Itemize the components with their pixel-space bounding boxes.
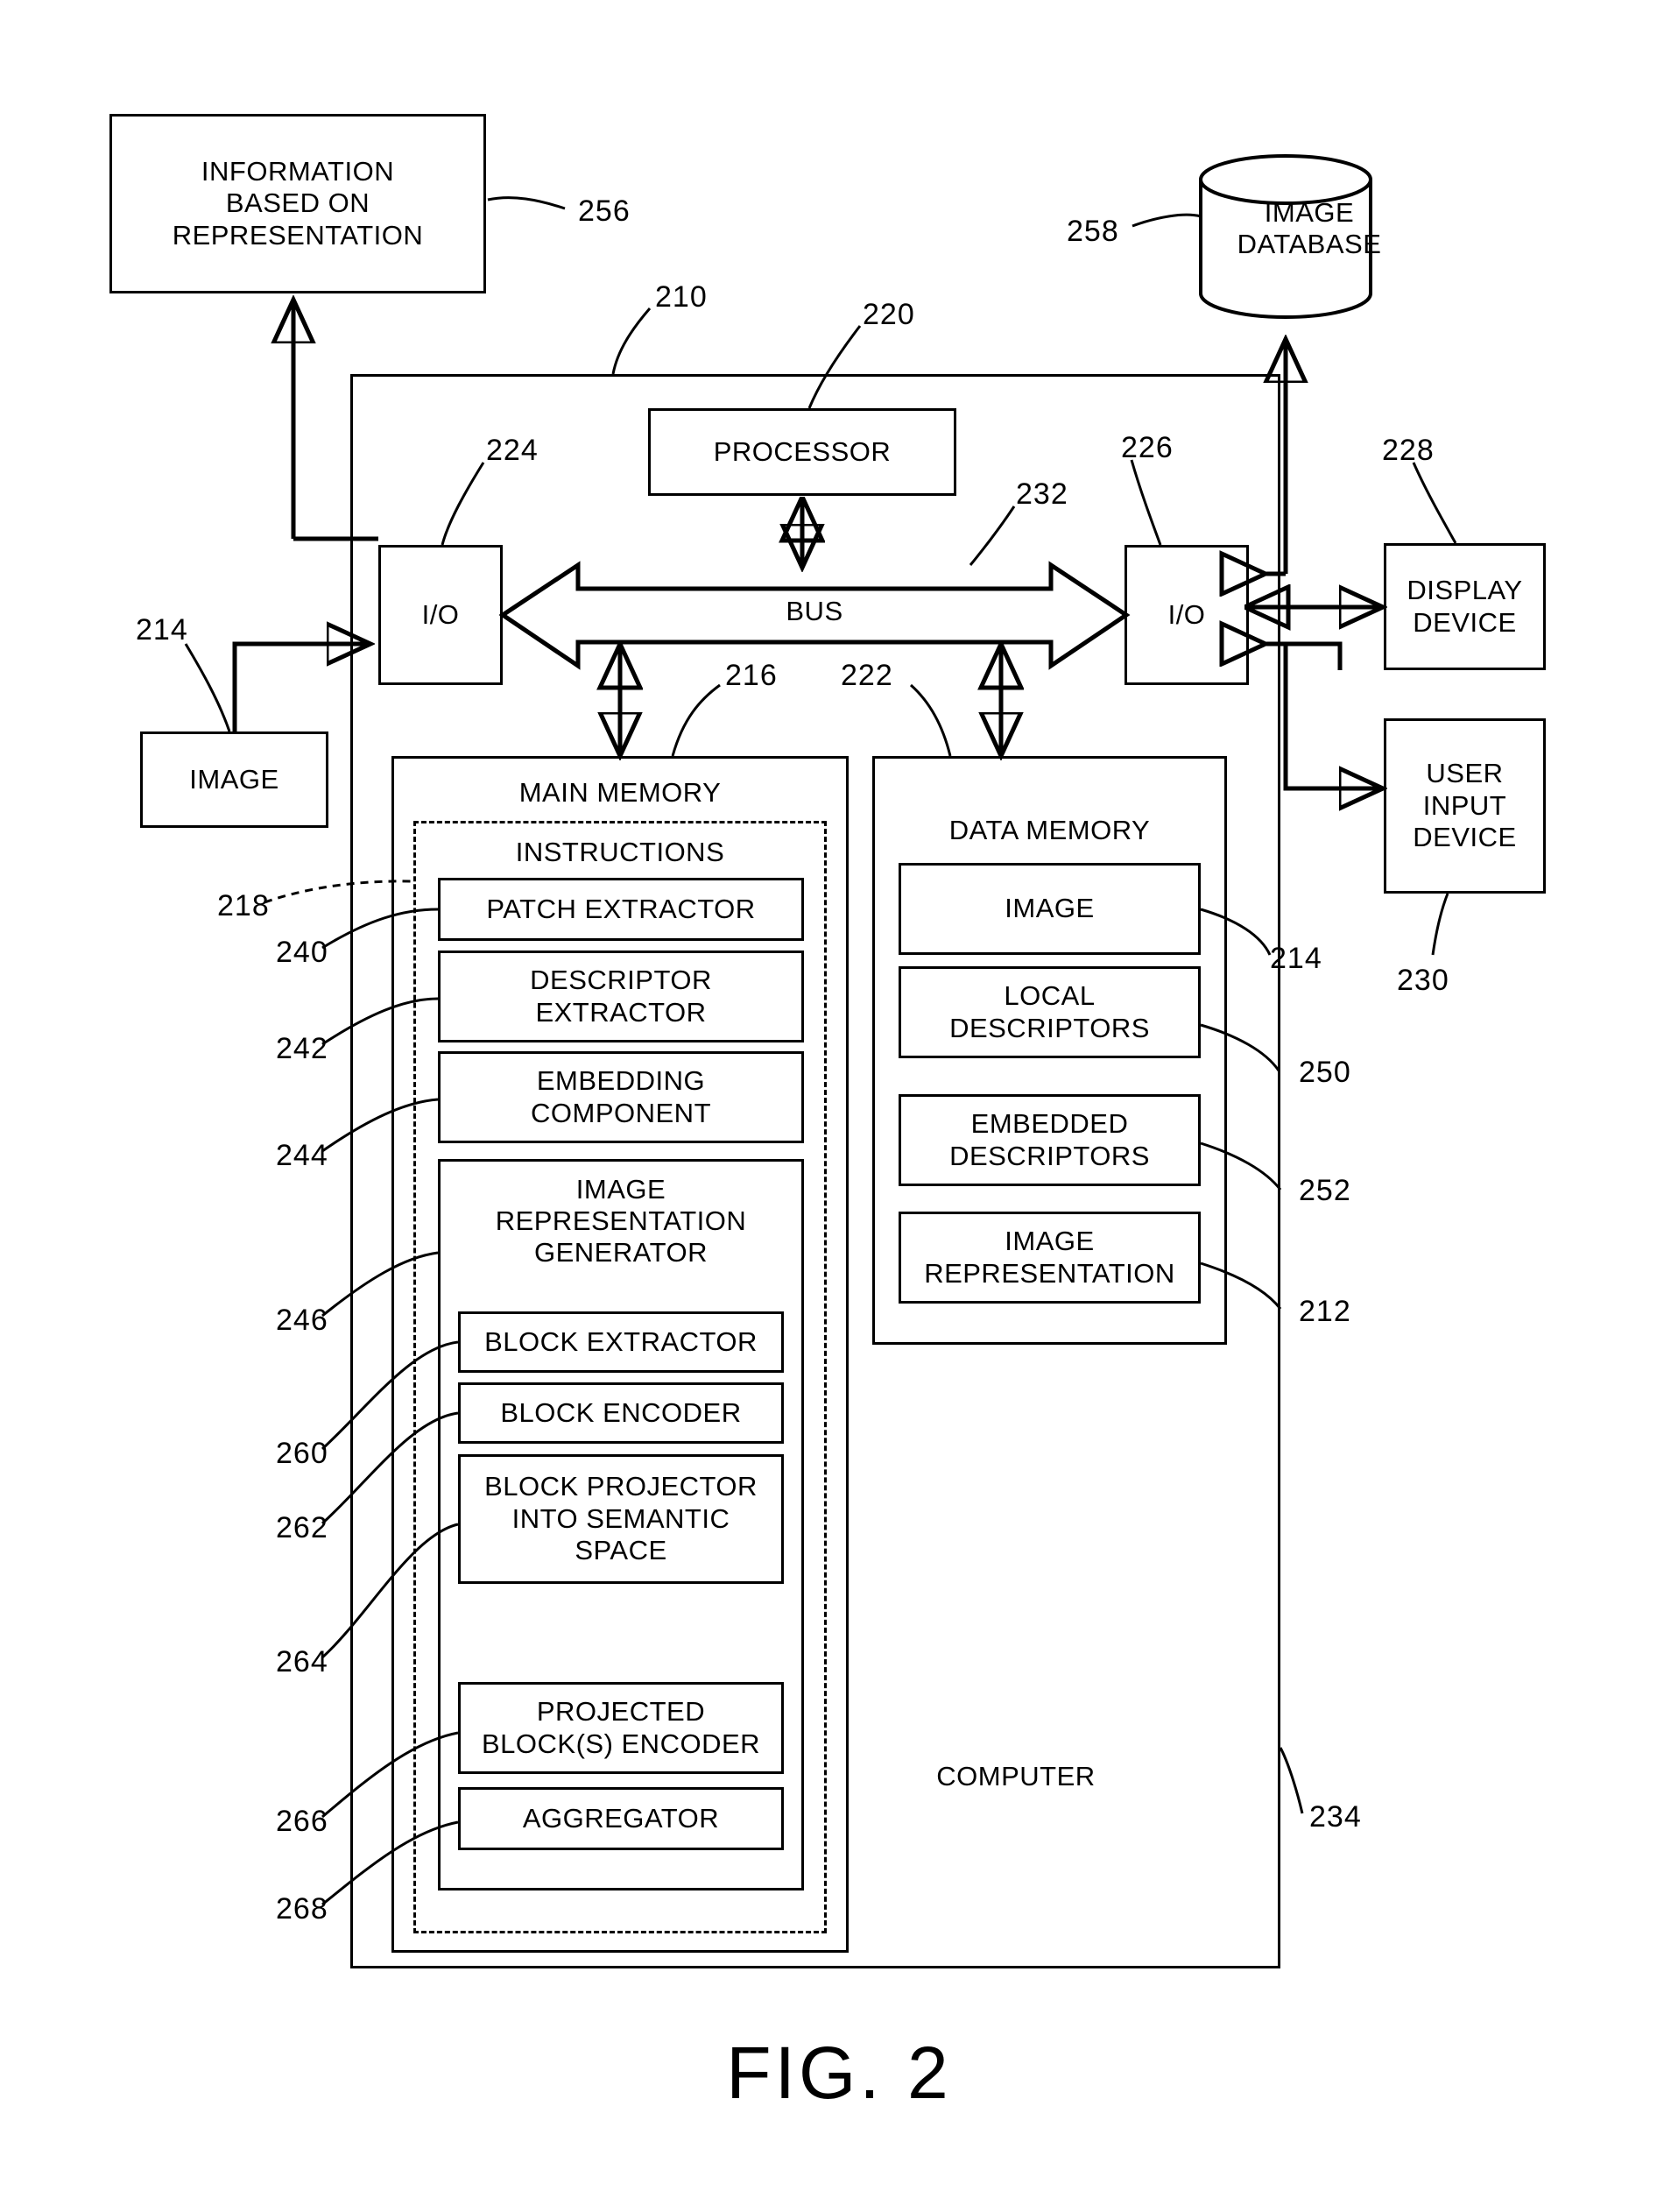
data-memory-label: DATA MEMORY xyxy=(948,815,1151,845)
ref-228: 228 xyxy=(1382,434,1435,467)
embedding-component-box: EMBEDDING COMPONENT xyxy=(438,1051,804,1143)
ref-230: 230 xyxy=(1397,964,1449,997)
io-left-label: I/O xyxy=(421,598,460,630)
display-device-box: DISPLAY DEVICE xyxy=(1384,543,1546,670)
processor-box: PROCESSOR xyxy=(648,408,956,496)
ref-266: 266 xyxy=(276,1805,328,1838)
figure-canvas: INFORMATION BASED ON REPRESENTATION IMAG… xyxy=(0,0,1678,2212)
figure-caption: FIG. 2 xyxy=(726,2032,952,2114)
patch-extractor-label: PATCH EXTRACTOR xyxy=(486,893,756,924)
computer-label: COMPUTER xyxy=(936,1761,1096,1792)
projected-blocks-encoder-box: PROJECTED BLOCK(S) ENCODER xyxy=(458,1682,784,1774)
embedded-descriptors-label: EMBEDDED DESCRIPTORS xyxy=(949,1107,1150,1171)
data-memory-image-label: IMAGE xyxy=(1005,893,1095,924)
block-extractor-label: BLOCK EXTRACTOR xyxy=(484,1325,758,1357)
user-input-device-box: USER INPUT DEVICE xyxy=(1384,718,1546,894)
ref-224: 224 xyxy=(486,434,539,467)
ref-214-data: 214 xyxy=(1270,942,1322,975)
ref-244: 244 xyxy=(276,1139,328,1172)
descriptor-extractor-box: DESCRIPTOR EXTRACTOR xyxy=(438,951,804,1042)
ref-214-input: 214 xyxy=(136,613,188,647)
image-representation-label: IMAGE REPRESENTATION xyxy=(924,1225,1175,1289)
ref-240: 240 xyxy=(276,936,328,969)
ref-246: 246 xyxy=(276,1304,328,1337)
ref-264: 264 xyxy=(276,1645,328,1678)
ref-252: 252 xyxy=(1299,1174,1351,1207)
ref-268: 268 xyxy=(276,1892,328,1926)
image-representation-generator-label: IMAGE REPRESENTATION GENERATOR xyxy=(495,1174,747,1268)
aggregator-label: AGGREGATOR xyxy=(522,1802,720,1834)
aggregator-box: AGGREGATOR xyxy=(458,1787,784,1850)
image-database-label: IMAGE DATABASE xyxy=(1237,197,1382,259)
instructions-label: INSTRUCTIONS xyxy=(515,837,725,867)
io-right-label: I/O xyxy=(1167,598,1206,630)
ref-222: 222 xyxy=(841,659,893,692)
block-extractor-box: BLOCK EXTRACTOR xyxy=(458,1311,784,1373)
block-projector-label: BLOCK PROJECTOR INTO SEMANTIC SPACE xyxy=(484,1471,758,1566)
projected-blocks-encoder-label: PROJECTED BLOCK(S) ENCODER xyxy=(481,1695,761,1759)
block-encoder-box: BLOCK ENCODER xyxy=(458,1382,784,1444)
bus-label: BUS xyxy=(786,596,843,626)
processor-label: PROCESSOR xyxy=(713,435,892,467)
embedded-descriptors-box: EMBEDDED DESCRIPTORS xyxy=(899,1094,1201,1186)
ref-218: 218 xyxy=(217,889,270,922)
ref-212: 212 xyxy=(1299,1295,1351,1328)
local-descriptors-box: LOCAL DESCRIPTORS xyxy=(899,966,1201,1058)
ref-216: 216 xyxy=(725,659,778,692)
embedding-component-label: EMBEDDING COMPONENT xyxy=(531,1064,711,1128)
io-right-box: I/O xyxy=(1125,545,1249,685)
ref-250: 250 xyxy=(1299,1056,1351,1089)
ref-220: 220 xyxy=(863,298,915,331)
ref-242: 242 xyxy=(276,1032,328,1065)
input-image-box: IMAGE xyxy=(140,731,328,828)
main-memory-label: MAIN MEMORY xyxy=(518,777,722,808)
block-encoder-label: BLOCK ENCODER xyxy=(500,1396,742,1428)
ref-210: 210 xyxy=(655,280,708,314)
data-memory-image-box: IMAGE xyxy=(899,863,1201,955)
image-representation-box: IMAGE REPRESENTATION xyxy=(899,1212,1201,1304)
ref-260: 260 xyxy=(276,1437,328,1470)
ref-262: 262 xyxy=(276,1511,328,1544)
descriptor-extractor-label: DESCRIPTOR EXTRACTOR xyxy=(530,964,712,1028)
ref-256: 256 xyxy=(578,194,631,228)
information-based-on-representation-box: INFORMATION BASED ON REPRESENTATION xyxy=(109,114,486,293)
user-input-device-label: USER INPUT DEVICE xyxy=(1413,758,1517,853)
local-descriptors-label: LOCAL DESCRIPTORS xyxy=(949,979,1150,1043)
ref-232: 232 xyxy=(1016,477,1068,511)
display-device-label: DISPLAY DEVICE xyxy=(1407,574,1523,638)
input-image-label: IMAGE xyxy=(189,763,279,795)
block-projector-box: BLOCK PROJECTOR INTO SEMANTIC SPACE xyxy=(458,1454,784,1584)
io-left-box: I/O xyxy=(378,545,503,685)
patch-extractor-box: PATCH EXTRACTOR xyxy=(438,878,804,941)
information-box-label: INFORMATION BASED ON REPRESENTATION xyxy=(172,155,424,251)
ref-234: 234 xyxy=(1309,1800,1362,1834)
ref-226: 226 xyxy=(1121,431,1174,464)
arrow-image-to-io xyxy=(232,644,368,731)
ref-258: 258 xyxy=(1067,215,1119,248)
